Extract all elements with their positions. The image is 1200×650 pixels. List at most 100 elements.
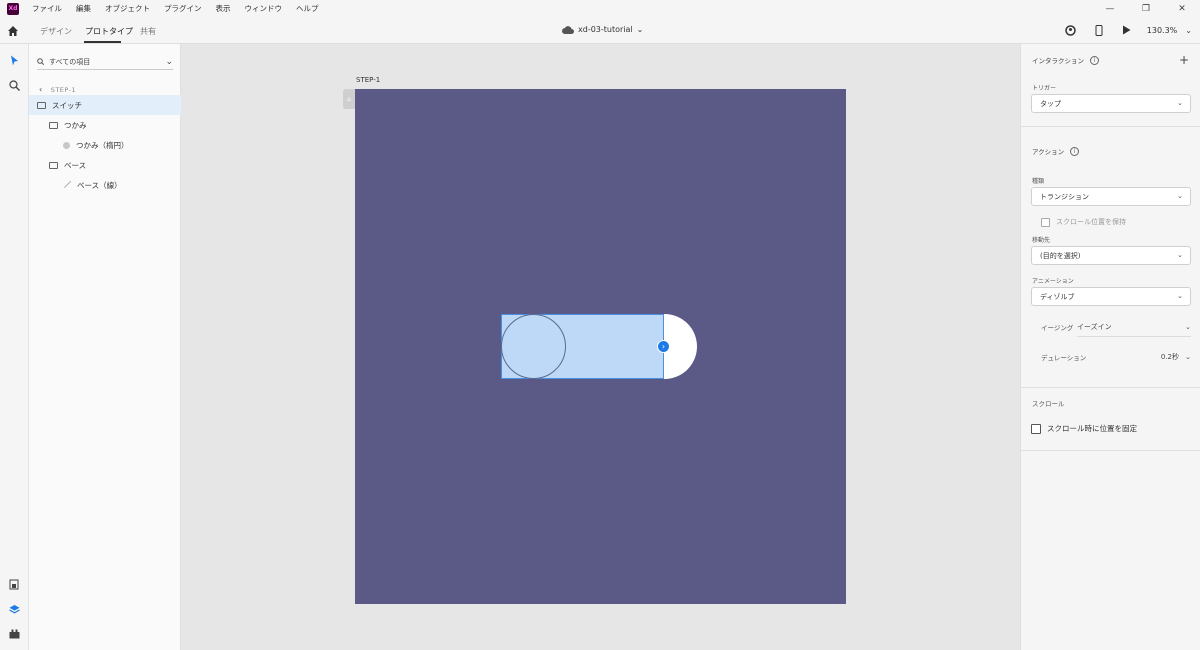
close-button[interactable]: ✕ — [1164, 0, 1200, 17]
scroll-section-title: スクロール — [1032, 400, 1065, 408]
chevron-down-icon: ⌄ — [1185, 353, 1191, 361]
animation-select[interactable]: ディゾルブ ⌄ — [1031, 287, 1191, 306]
trigger-select[interactable]: タップ ⌄ — [1031, 94, 1191, 113]
destination-label: 移動先 — [1032, 237, 1051, 244]
minimize-button[interactable]: — — [1092, 0, 1128, 17]
animation-value: ディゾルブ — [1040, 292, 1075, 301]
select-tool-icon[interactable] — [8, 54, 20, 66]
info-icon[interactable]: i — [1090, 55, 1099, 65]
switch-knob[interactable] — [501, 314, 566, 379]
easing-value: イーズイン — [1077, 323, 1112, 331]
breadcrumb-artboard: STEP-1 — [50, 85, 77, 94]
trigger-value: タップ — [1040, 99, 1061, 108]
layer-label: つかみ（楕円） — [76, 140, 129, 150]
menu-file[interactable]: ファイル — [32, 3, 62, 14]
trigger-label: トリガー — [1032, 85, 1057, 92]
ellipse-icon — [63, 141, 70, 149]
menu-view[interactable]: 表示 — [216, 3, 231, 14]
layer-label: スイッチ — [52, 100, 82, 110]
duration-value: 0.2秒 — [1160, 353, 1179, 361]
document-assets-icon[interactable] — [8, 578, 20, 590]
keep-scroll-label: スクロール位置を保持 — [1056, 218, 1126, 226]
layer-item-base[interactable]: ベース — [29, 155, 181, 175]
tab-design[interactable]: デザイン — [40, 26, 72, 37]
layers-icon[interactable] — [8, 603, 20, 615]
chevron-down-icon: ⌄ — [1177, 251, 1183, 259]
home-icon[interactable] — [7, 25, 19, 37]
duration-label: デュレーション — [1041, 354, 1087, 362]
chevron-down-icon: ⌄ — [165, 56, 173, 67]
document-title-menu[interactable]: xd-03-tutorial ⌄ — [562, 25, 643, 34]
menu-edit[interactable]: 編集 — [76, 3, 91, 14]
fix-position-label: スクロール時に位置を固定 — [1047, 424, 1137, 433]
left-toolbar — [0, 44, 29, 650]
cloud-icon — [562, 25, 574, 34]
section-divider — [1021, 126, 1200, 127]
right-toolbar: 130.3% ⌄ — [1049, 23, 1192, 37]
destination-value: (目的を選択) — [1040, 251, 1081, 260]
play-preview-icon[interactable] — [1121, 24, 1133, 36]
menu-window[interactable]: ウィンドウ — [245, 3, 283, 14]
layers-panel: すべての項目 ⌄ ‹ STEP-1 スイッチ つかみ つかみ（楕円） ベース ベ… — [29, 44, 181, 650]
type-label: 種類 — [1032, 178, 1045, 185]
menu-help[interactable]: ヘルプ — [296, 3, 319, 14]
layer-item-knob[interactable]: つかみ — [29, 115, 181, 135]
animation-label: アニメーション — [1032, 278, 1074, 285]
duration-row[interactable]: デュレーション 0.2秒 ⌄ — [1041, 349, 1191, 365]
canvas[interactable]: STEP-1 ⌂ › — [181, 44, 1020, 650]
folder-icon — [37, 101, 46, 109]
window-controls: — ❐ ✕ — [1092, 0, 1200, 17]
destination-select[interactable]: (目的を選択) ⌄ — [1031, 246, 1191, 265]
zoom-level[interactable]: 130.3% — [1147, 26, 1178, 35]
menu-plugins[interactable]: プラグイン — [164, 3, 202, 14]
home-artboard-icon[interactable]: ⌂ — [343, 89, 355, 109]
layer-label: ベース（線） — [77, 180, 122, 190]
search-icon — [37, 58, 44, 65]
menu-object[interactable]: オブジェクト — [105, 3, 150, 14]
chevron-down-icon: ⌄ — [636, 25, 644, 34]
keep-scroll-checkbox-row[interactable]: スクロール位置を保持 — [1041, 217, 1126, 227]
layer-item-knob-ellipse[interactable]: つかみ（楕円） — [29, 135, 181, 155]
chevron-left-icon: ‹ — [39, 85, 43, 94]
device-preview-icon[interactable] — [1093, 24, 1105, 36]
add-interaction-icon[interactable]: + — [1179, 53, 1189, 67]
chevron-down-icon: ⌄ — [1177, 192, 1183, 200]
info-icon[interactable]: i — [1070, 146, 1080, 156]
xd-logo-icon: Xd — [7, 2, 19, 15]
section-divider — [1021, 450, 1200, 451]
layer-item-base-line[interactable]: ベース（線） — [29, 175, 181, 195]
fix-position-checkbox-row[interactable]: スクロール時に位置を固定 — [1031, 423, 1137, 434]
easing-row[interactable]: イージング イーズイン ⌄ — [1041, 319, 1191, 335]
zoom-chevron-down-icon[interactable]: ⌄ — [1185, 26, 1192, 35]
easing-label: イージング — [1041, 324, 1074, 332]
action-type-select[interactable]: トランジション ⌄ — [1031, 187, 1191, 206]
tab-share[interactable]: 共有 — [140, 26, 156, 37]
zoom-tool-icon[interactable] — [8, 79, 20, 91]
prototype-connection-handle-icon[interactable]: › — [657, 340, 670, 353]
layer-filter-dropdown[interactable]: すべての項目 ⌄ — [37, 54, 173, 70]
layer-item-switch[interactable]: スイッチ — [29, 95, 181, 115]
interaction-title: インタラクション — [1032, 57, 1084, 65]
line-icon — [63, 181, 71, 189]
tab-prototype[interactable]: プロトタイプ — [85, 26, 133, 37]
artboard-label[interactable]: STEP-1 — [356, 76, 380, 84]
folder-icon — [49, 161, 58, 169]
menu-bar: Xd ファイル 編集 オブジェクト プラグイン 表示 ウィンドウ ヘルプ — ❐… — [0, 0, 1200, 17]
section-divider — [1021, 387, 1200, 388]
restore-button[interactable]: ❐ — [1128, 0, 1164, 17]
easing-underline — [1077, 336, 1191, 337]
chevron-down-icon: ⌄ — [1177, 99, 1183, 107]
fix-position-checkbox[interactable] — [1031, 423, 1041, 434]
mode-tab-bar: デザイン プロトタイプ 共有 xd-03-tutorial ⌄ 130.3% ⌄ — [0, 17, 1200, 44]
action-title: アクション — [1032, 148, 1065, 156]
coediting-user-icon[interactable] — [1065, 24, 1077, 36]
plugins-icon[interactable] — [8, 628, 20, 640]
chevron-down-icon: ⌄ — [1185, 323, 1191, 331]
keep-scroll-checkbox[interactable] — [1041, 217, 1050, 227]
document-title: xd-03-tutorial — [578, 25, 633, 34]
chevron-down-icon: ⌄ — [1177, 292, 1183, 300]
breadcrumb[interactable]: ‹ STEP-1 — [39, 85, 76, 94]
property-inspector: インタラクション i + トリガー タップ ⌄ アクション i 種類 トランジシ… — [1020, 44, 1200, 650]
action-type-value: トランジション — [1040, 192, 1089, 201]
layer-label: つかみ — [64, 120, 87, 130]
